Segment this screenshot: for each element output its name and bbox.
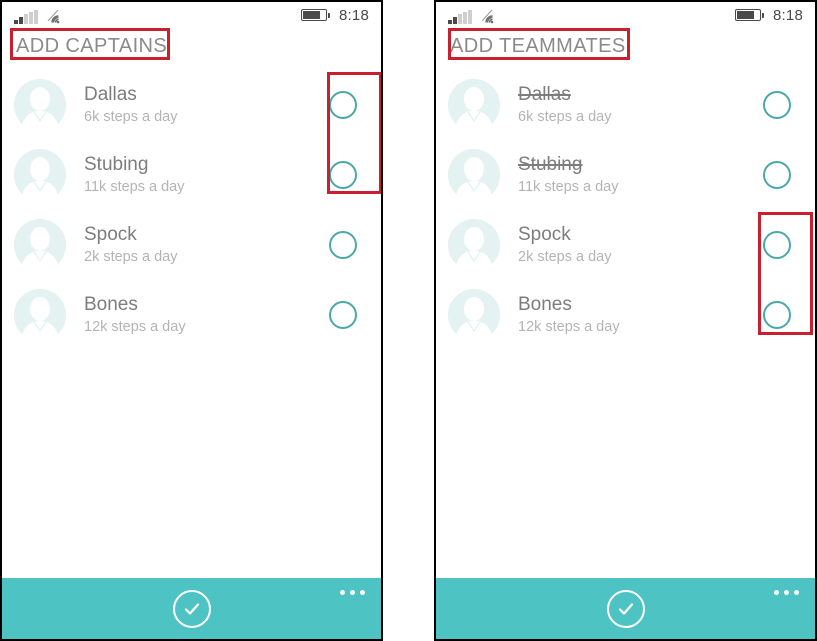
list-item-text: Dallas 6k steps a day bbox=[518, 83, 763, 127]
list-item-text: Bones 12k steps a day bbox=[84, 293, 329, 337]
bottom-app-bar bbox=[2, 578, 381, 639]
people-list: Dallas 6k steps a day Stubing 11k steps … bbox=[2, 60, 381, 350]
person-steps: 12k steps a day bbox=[84, 319, 186, 335]
ellipsis-icon[interactable] bbox=[774, 590, 799, 595]
avatar-placeholder-icon bbox=[14, 219, 66, 271]
avatar-placeholder-icon bbox=[448, 219, 500, 271]
list-item-text: Bones 12k steps a day bbox=[518, 293, 763, 337]
person-steps: 6k steps a day bbox=[84, 109, 178, 125]
signal-bars-icon bbox=[448, 10, 472, 24]
list-item[interactable]: Dallas 6k steps a day bbox=[436, 70, 815, 140]
person-name: Dallas bbox=[518, 84, 571, 105]
page-title: ADD CAPTAINS bbox=[16, 35, 168, 57]
circle-unchecked-icon[interactable] bbox=[763, 301, 791, 329]
circle-unchecked-icon[interactable] bbox=[329, 231, 357, 259]
person-name: Dallas bbox=[84, 84, 137, 105]
status-bar: 8:18 bbox=[436, 2, 815, 28]
person-name: Bones bbox=[518, 294, 572, 315]
avatar-placeholder-icon bbox=[448, 149, 500, 201]
circle-unchecked-icon[interactable] bbox=[763, 91, 791, 119]
list-item-text: Stubing 11k steps a day bbox=[518, 153, 763, 197]
circle-unchecked-icon[interactable] bbox=[329, 301, 357, 329]
status-clock: 8:18 bbox=[339, 6, 369, 24]
avatar-placeholder-icon bbox=[448, 79, 500, 131]
list-item[interactable]: Spock 2k steps a day bbox=[436, 210, 815, 280]
list-item[interactable]: Bones 12k steps a day bbox=[2, 280, 381, 350]
circle-unchecked-icon[interactable] bbox=[329, 91, 357, 119]
list-item-text: Spock 2k steps a day bbox=[84, 223, 329, 267]
wifi-icon bbox=[45, 8, 65, 24]
avatar-placeholder-icon bbox=[14, 289, 66, 341]
list-item[interactable]: Stubing 11k steps a day bbox=[436, 140, 815, 210]
person-name: Spock bbox=[84, 224, 137, 245]
person-steps: 11k steps a day bbox=[518, 179, 619, 195]
circle-unchecked-icon[interactable] bbox=[329, 161, 357, 189]
wifi-icon bbox=[479, 8, 499, 24]
person-name: Stubing bbox=[518, 154, 583, 175]
circle-unchecked-icon[interactable] bbox=[763, 231, 791, 259]
list-item-text: Spock 2k steps a day bbox=[518, 223, 763, 267]
person-name: Spock bbox=[518, 224, 571, 245]
person-name: Bones bbox=[84, 294, 138, 315]
battery-icon bbox=[735, 9, 764, 21]
person-steps: 11k steps a day bbox=[84, 179, 185, 195]
status-bar-left bbox=[448, 6, 499, 24]
person-steps: 2k steps a day bbox=[518, 249, 612, 265]
person-steps: 2k steps a day bbox=[84, 249, 178, 265]
people-list: Dallas 6k steps a day Stubing 11k steps … bbox=[436, 60, 815, 350]
screenshot-stage: 8:18 ADD CAPTAINS Dallas 6k steps a day … bbox=[0, 0, 817, 641]
status-bar-left bbox=[14, 6, 65, 24]
phone-panel-add-captains: 8:18 ADD CAPTAINS Dallas 6k steps a day … bbox=[0, 0, 383, 641]
circle-unchecked-icon[interactable] bbox=[763, 161, 791, 189]
check-circle-icon[interactable] bbox=[606, 589, 645, 628]
signal-bars-icon bbox=[14, 10, 38, 24]
page-title: ADD TEAMMATES bbox=[450, 35, 626, 57]
status-bar-right: 8:18 bbox=[301, 7, 369, 24]
list-item[interactable]: Dallas 6k steps a day bbox=[2, 70, 381, 140]
person-steps: 12k steps a day bbox=[518, 319, 620, 335]
avatar-placeholder-icon bbox=[448, 289, 500, 341]
status-bar-right: 8:18 bbox=[735, 7, 803, 24]
list-item[interactable]: Bones 12k steps a day bbox=[436, 280, 815, 350]
list-item-text: Dallas 6k steps a day bbox=[84, 83, 329, 127]
status-bar: 8:18 bbox=[2, 2, 381, 28]
phone-panel-add-teammates: 8:18 ADD TEAMMATES Dallas 6k steps a day… bbox=[434, 0, 817, 641]
battery-icon bbox=[301, 9, 330, 21]
list-item[interactable]: Stubing 11k steps a day bbox=[2, 140, 381, 210]
avatar-placeholder-icon bbox=[14, 149, 66, 201]
avatar-placeholder-icon bbox=[14, 79, 66, 131]
check-circle-icon[interactable] bbox=[172, 589, 211, 628]
list-item[interactable]: Spock 2k steps a day bbox=[2, 210, 381, 280]
title-area: ADD TEAMMATES bbox=[436, 28, 815, 60]
status-clock: 8:18 bbox=[773, 6, 803, 24]
bottom-app-bar bbox=[436, 578, 815, 639]
person-name: Stubing bbox=[84, 154, 149, 175]
person-steps: 6k steps a day bbox=[518, 109, 612, 125]
ellipsis-icon[interactable] bbox=[340, 590, 365, 595]
list-item-text: Stubing 11k steps a day bbox=[84, 153, 329, 197]
title-area: ADD CAPTAINS bbox=[2, 28, 381, 60]
